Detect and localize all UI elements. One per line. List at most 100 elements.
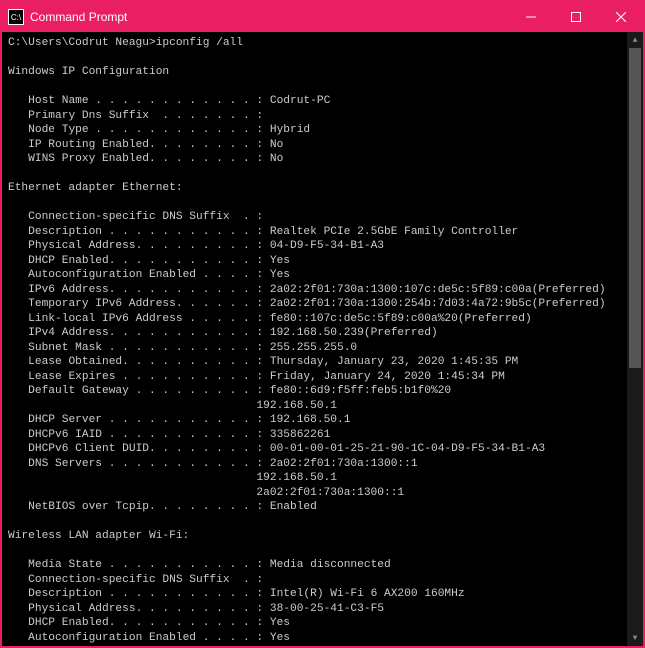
field-indent: [8, 226, 28, 238]
scrollbar-track[interactable]: [627, 48, 643, 630]
wifi-dhcp-enabled-value: Yes: [270, 617, 290, 629]
eth-conn-dns-label: Connection-specific DNS Suffix . :: [28, 211, 263, 223]
field-indent: [8, 443, 28, 455]
vertical-scrollbar[interactable]: ▲ ▼: [627, 32, 643, 646]
eth-description-value: Realtek PCIe 2.5GbE Family Controller: [270, 226, 518, 238]
titlebar[interactable]: C:\ Command Prompt: [2, 2, 643, 32]
prompt-command: ipconfig /all: [156, 37, 243, 49]
field-indent: [8, 313, 28, 325]
wins-proxy-value: No: [270, 153, 283, 165]
eth-autoconf-label: Autoconfiguration Enabled . . . . :: [28, 269, 263, 281]
eth-dhcpserver-value: 192.168.50.1: [270, 414, 351, 426]
eth-ipv6-value: 2a02:2f01:730a:1300:107c:de5c:5f89:c00a(…: [270, 284, 606, 296]
eth-subnet-label: Subnet Mask . . . . . . . . . . . :: [28, 342, 263, 354]
field-indent: [8, 385, 28, 397]
eth-gateway-cont-pad: [8, 400, 250, 412]
field-indent: [8, 414, 28, 426]
eth-netbios-label: NetBIOS over Tcpip. . . . . . . . :: [28, 501, 263, 513]
wifi-autoconf-value: Yes: [270, 632, 290, 644]
field-indent: [8, 327, 28, 339]
wifi-autoconf-label: Autoconfiguration Enabled . . . . :: [28, 632, 263, 644]
field-indent: [8, 458, 28, 470]
wifi-physaddr-value: 38-00-25-41-C3-F5: [270, 603, 384, 615]
section-header-wifi: Wireless LAN adapter Wi-Fi:: [8, 530, 189, 542]
field-indent: [8, 124, 28, 136]
eth-gateway-value2: 192.168.50.1: [256, 400, 337, 412]
command-prompt-window: C:\ Command Prompt C:\Users\Codrut Neagu…: [2, 2, 643, 646]
field-indent: [8, 240, 28, 252]
field-indent: [8, 95, 28, 107]
field-indent: [8, 574, 28, 586]
eth-temp-ipv6-value: 2a02:2f01:730a:1300:254b:7d03:4a72:9b5c(…: [270, 298, 606, 310]
maximize-button[interactable]: [553, 2, 598, 32]
scrollbar-down-arrow-icon[interactable]: ▼: [627, 630, 643, 646]
node-type-label: Node Type . . . . . . . . . . . . :: [28, 124, 263, 136]
eth-dhcpv6duid-label: DHCPv6 Client DUID. . . . . . . . :: [28, 443, 263, 455]
field-indent: [8, 298, 28, 310]
wifi-conn-dns-label: Connection-specific DNS Suffix . :: [28, 574, 263, 586]
eth-dns-value2: 192.168.50.1: [256, 472, 337, 484]
section-header-global: Windows IP Configuration: [8, 66, 169, 78]
wifi-dhcp-enabled-label: DHCP Enabled. . . . . . . . . . . :: [28, 617, 263, 629]
eth-dhcpv6duid-value: 00-01-00-01-25-21-90-1C-04-D9-F5-34-B1-A…: [270, 443, 545, 455]
node-type-value: Hybrid: [270, 124, 310, 136]
field-indent: [8, 588, 28, 600]
field-indent: [8, 632, 28, 644]
wins-proxy-label: WINS Proxy Enabled. . . . . . . . :: [28, 153, 263, 165]
eth-gateway-value: fe80::6d9:f5ff:feb5:b1f0%20: [270, 385, 451, 397]
field-indent: [8, 617, 28, 629]
eth-lease-exp-label: Lease Expires . . . . . . . . . . :: [28, 371, 263, 383]
eth-dns-cont-pad2: [8, 487, 250, 499]
field-indent: [8, 559, 28, 571]
eth-dhcp-enabled-value: Yes: [270, 255, 290, 267]
wifi-media-state-label: Media State . . . . . . . . . . . :: [28, 559, 263, 571]
scrollbar-up-arrow-icon[interactable]: ▲: [627, 32, 643, 48]
eth-dhcpserver-label: DHCP Server . . . . . . . . . . . :: [28, 414, 263, 426]
eth-gateway-label: Default Gateway . . . . . . . . . :: [28, 385, 263, 397]
minimize-button[interactable]: [508, 2, 553, 32]
wifi-physaddr-label: Physical Address. . . . . . . . . :: [28, 603, 263, 615]
eth-linklocal-label: Link-local IPv6 Address . . . . . :: [28, 313, 263, 325]
field-indent: [8, 342, 28, 354]
eth-description-label: Description . . . . . . . . . . . :: [28, 226, 263, 238]
field-indent: [8, 603, 28, 615]
field-indent: [8, 153, 28, 165]
eth-subnet-value: 255.255.255.0: [270, 342, 357, 354]
eth-temp-ipv6-label: Temporary IPv6 Address. . . . . . :: [28, 298, 263, 310]
eth-dhcpv6iaid-label: DHCPv6 IAID . . . . . . . . . . . :: [28, 429, 263, 441]
prompt-path: C:\Users\Codrut Neagu>: [8, 37, 156, 49]
window-controls: [508, 2, 643, 32]
field-indent: [8, 501, 28, 513]
eth-dns-cont-pad: [8, 472, 250, 484]
ip-routing-label: IP Routing Enabled. . . . . . . . :: [28, 139, 263, 151]
field-indent: [8, 269, 28, 281]
wifi-description-label: Description . . . . . . . . . . . :: [28, 588, 263, 600]
eth-physaddr-value: 04-D9-F5-34-B1-A3: [270, 240, 384, 252]
eth-dns-label: DNS Servers . . . . . . . . . . . :: [28, 458, 263, 470]
host-name-label: Host Name . . . . . . . . . . . . :: [28, 95, 263, 107]
eth-netbios-value: Enabled: [270, 501, 317, 513]
field-indent: [8, 429, 28, 441]
eth-lease-obt-label: Lease Obtained. . . . . . . . . . :: [28, 356, 263, 368]
eth-dns-value3: 2a02:2f01:730a:1300::1: [256, 487, 404, 499]
scrollbar-thumb[interactable]: [629, 48, 641, 368]
eth-autoconf-value: Yes: [270, 269, 290, 281]
terminal-output[interactable]: C:\Users\Codrut Neagu>ipconfig /all Wind…: [2, 32, 627, 646]
field-indent: [8, 139, 28, 151]
section-header-ethernet: Ethernet adapter Ethernet:: [8, 182, 183, 194]
eth-lease-obt-value: Thursday, January 23, 2020 1:45:35 PM: [270, 356, 518, 368]
primary-dns-suffix-label: Primary Dns Suffix . . . . . . . :: [28, 110, 263, 122]
eth-ipv4-label: IPv4 Address. . . . . . . . . . . :: [28, 327, 263, 339]
close-button[interactable]: [598, 2, 643, 32]
eth-dns-value: 2a02:2f01:730a:1300::1: [270, 458, 418, 470]
eth-physaddr-label: Physical Address. . . . . . . . . :: [28, 240, 263, 252]
field-indent: [8, 110, 28, 122]
prompt-line: C:\Users\Codrut Neagu>ipconfig /all: [8, 37, 243, 49]
field-indent: [8, 371, 28, 383]
wifi-media-state-value: Media disconnected: [270, 559, 391, 571]
eth-dhcp-enabled-label: DHCP Enabled. . . . . . . . . . . :: [28, 255, 263, 267]
window-title: Command Prompt: [30, 10, 508, 24]
field-indent: [8, 356, 28, 368]
cmd-icon: C:\: [8, 9, 24, 25]
eth-dhcpv6iaid-value: 335862261: [270, 429, 330, 441]
